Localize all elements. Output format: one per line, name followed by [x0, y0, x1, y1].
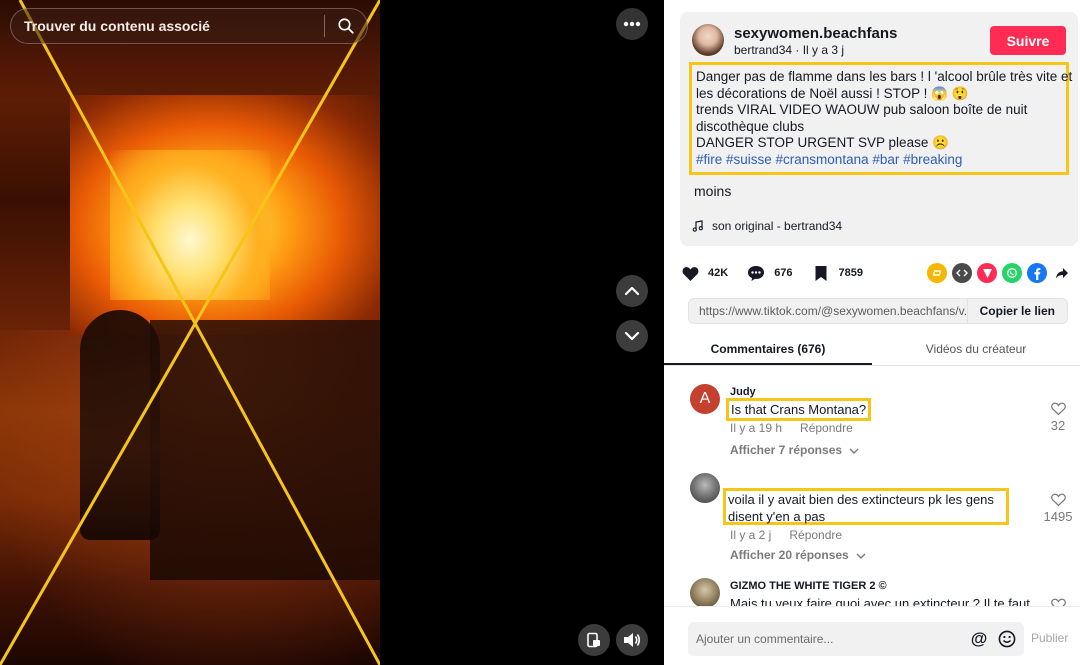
tab-comments[interactable]: Commentaires (676) [664, 336, 872, 365]
comment-tabs: Commentaires (676) Vidéos du créateur [664, 336, 1080, 366]
share-buttons [927, 263, 1072, 283]
volume-button[interactable] [616, 624, 648, 656]
comment-author[interactable]: Judy [730, 386, 756, 398]
comment-text: voila il y avait bien des extincteurs pk… [728, 492, 994, 507]
mention-icon[interactable]: @ [968, 628, 990, 650]
view-replies-button[interactable]: Afficher 7 réponses [730, 443, 859, 457]
chevron-down-icon [856, 553, 866, 559]
next-video-button[interactable] [616, 320, 648, 352]
comment-author[interactable]: GIZMO THE WHITE TIGER 2 © [730, 580, 887, 592]
comment-like-button[interactable]: 32 [1043, 402, 1073, 433]
post-info-card: sexywomen.beachfans bertrand34 · Il y a … [680, 12, 1078, 246]
comment-text: disent y'en a pas [728, 509, 826, 524]
video-frame[interactable]: Trouver du contenu associé [0, 0, 380, 665]
heart-icon [680, 263, 700, 283]
saves-count: 7859 [838, 267, 864, 279]
post-subline: bertrand34 · Il y a 3 j [734, 43, 845, 57]
publish-button[interactable]: Publier [1031, 631, 1068, 645]
comment-text-box: voila il y avait bien des extincteurs pk… [723, 488, 1009, 525]
hashtags[interactable]: #fire #suisse #cransmontana #bar #breaki… [696, 152, 1062, 169]
chevron-down-icon [624, 331, 640, 341]
picture-in-picture-icon [587, 632, 600, 648]
comment-avatar[interactable] [690, 578, 720, 606]
comment-text: Is that Crans Montana? [726, 398, 872, 421]
description-line: Danger pas de flamme dans les bars ! l '… [696, 69, 1073, 84]
chevron-down-icon [849, 448, 859, 454]
search-box[interactable]: Trouver du contenu associé [10, 8, 368, 44]
like-button[interactable]: 42K [680, 263, 728, 283]
heart-outline-icon [1050, 598, 1066, 606]
facebook-icon[interactable] [1027, 263, 1047, 283]
follow-button[interactable]: Suivre [990, 26, 1066, 55]
avatar[interactable] [692, 24, 724, 56]
comments-list[interactable]: A Judy Is that Crans Montana? Il y a 19 … [664, 380, 1080, 606]
copy-link-row: https://www.tiktok.com/@sexywomen.beachf… [688, 298, 1068, 324]
comment-icon [746, 263, 766, 283]
username[interactable]: sexywomen.beachfans [734, 25, 897, 42]
search-button[interactable] [325, 8, 367, 44]
comments-count: 676 [774, 267, 793, 279]
reply-button[interactable]: Répondre [800, 421, 853, 435]
comment-input-box[interactable]: @ [688, 622, 1024, 656]
comment-meta: Il y a 2 j Répondre [730, 528, 842, 542]
view-replies-label[interactable]: Afficher 7 réponses [730, 443, 842, 457]
previous-video-button[interactable] [616, 275, 648, 307]
comment-button[interactable]: 676 [746, 263, 793, 283]
heart-outline-icon [1050, 493, 1066, 507]
more-options-button[interactable] [616, 8, 648, 40]
likes-count: 42K [708, 267, 729, 279]
comment-avatar[interactable]: A [690, 384, 720, 414]
view-replies-label[interactable]: Afficher 20 réponses [730, 548, 849, 562]
comment-input[interactable] [688, 632, 968, 646]
embed-icon[interactable] [952, 263, 972, 283]
comment-composer: @ Publier [664, 606, 1080, 665]
picture-in-picture-button[interactable] [578, 624, 610, 656]
sound-label[interactable]: son original - bertrand34 [712, 219, 842, 233]
side-panel: sexywomen.beachfans bertrand34 · Il y a … [664, 0, 1080, 665]
repost-icon[interactable] [927, 263, 947, 283]
copy-link-button[interactable]: Copier le lien [966, 298, 1067, 324]
x-overlay [0, 0, 380, 665]
comment-time: Il y a 19 h [730, 421, 783, 435]
comment-like-button[interactable] [1043, 598, 1073, 606]
show-less-link[interactable]: moins [694, 183, 731, 199]
video-pane[interactable]: Trouver du contenu associé [0, 0, 664, 665]
comment-like-button[interactable]: 1495 [1038, 493, 1078, 524]
comment-like-count: 1495 [1043, 509, 1073, 524]
description-line: discothèque clubs [696, 118, 805, 134]
chevron-up-icon [624, 286, 640, 296]
comment-like-count: 32 [1050, 418, 1066, 433]
view-replies-button[interactable]: Afficher 20 réponses [730, 548, 866, 562]
comment-time: Il y a 2 j [730, 528, 772, 542]
comment-text: Mais tu veux faire quoi avec un extincte… [730, 596, 1030, 606]
video-link[interactable]: https://www.tiktok.com/@sexywomen.beachf… [689, 304, 967, 318]
bookmark-icon [811, 263, 831, 283]
heart-outline-icon [1050, 402, 1066, 416]
sound-link[interactable]: son original - bertrand34 [692, 219, 842, 233]
emoji-icon[interactable] [996, 628, 1018, 650]
reply-button[interactable]: Répondre [789, 528, 842, 542]
music-note-icon [692, 220, 703, 232]
whatsapp-icon[interactable] [1002, 263, 1022, 283]
search-placeholder[interactable]: Trouver du contenu associé [11, 18, 324, 34]
share-arrow-icon[interactable] [1052, 263, 1072, 283]
comment-avatar[interactable] [690, 473, 720, 503]
description-line: DANGER STOP URGENT SVP please ☹️ [696, 135, 949, 151]
tab-creator-videos[interactable]: Vidéos du créateur [872, 336, 1080, 365]
description-line: trends VIRAL VIDEO WAOUW pub saloon boît… [696, 102, 1028, 118]
send-icon[interactable] [977, 263, 997, 283]
search-icon [338, 18, 354, 34]
save-button[interactable]: 7859 [811, 263, 863, 283]
action-bar: 42K 676 7859 [680, 262, 1072, 284]
description-line: les décorations de Noël aussi ! STOP ! 😱… [696, 85, 969, 101]
more-dots-icon [623, 21, 641, 27]
comment-meta: Il y a 19 h Répondre [730, 421, 853, 435]
volume-icon [624, 633, 641, 647]
post-description: Danger pas de flamme dans les bars ! l '… [689, 62, 1073, 175]
